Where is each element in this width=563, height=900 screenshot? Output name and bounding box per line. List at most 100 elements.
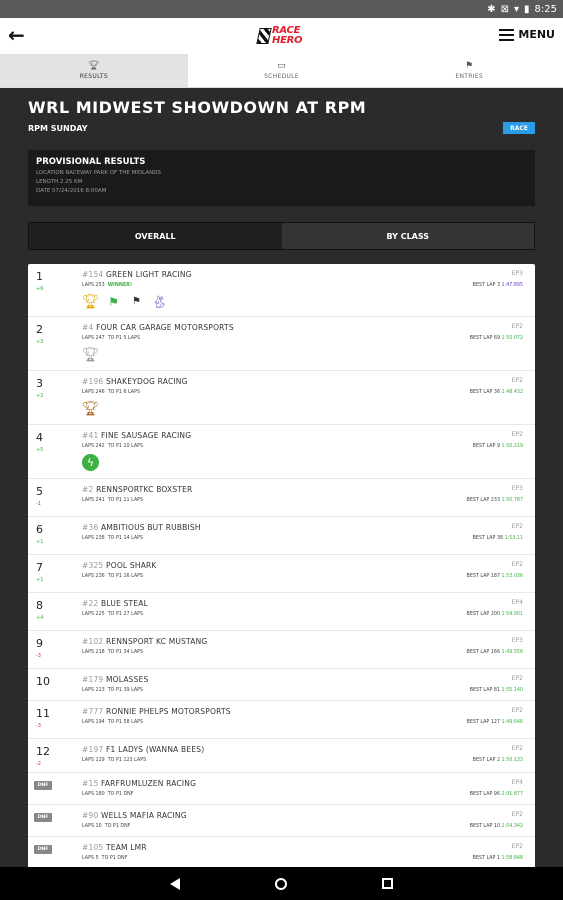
bronze-trophy-icon: 🏆︎ xyxy=(81,400,100,417)
best-lap: BEST LAP 81 1:55.140 xyxy=(470,688,523,693)
result-row[interactable]: 9 -3 #102 RENNSPORT KC MUSTANG LAPS 218 TO … xyxy=(28,631,535,669)
team-name: #179 MOLASSES xyxy=(82,675,148,684)
racehero-logo: RACE HERO xyxy=(256,25,303,47)
result-row[interactable]: DNF #15 FARFRUMLUZEN RACING LAPS 180 TO P1… xyxy=(28,773,535,805)
battery-icon: ▮ xyxy=(524,3,530,15)
tab-bar: 🏆︎ RESULTS ▭ SCHEDULE ⚑ ENTRIES xyxy=(0,54,563,88)
gap-to-leader: TO P1 16 LAPS xyxy=(107,574,144,579)
lightning-bolt-icon: ϟ xyxy=(82,454,99,471)
best-lap-time: 1:50.787 xyxy=(501,498,523,503)
nav-recents-icon[interactable] xyxy=(382,878,393,889)
laps-info: LAPS 241 TO P1 11 LAPS xyxy=(82,498,143,503)
tab-results[interactable]: 🏆︎ RESULTS xyxy=(0,54,188,87)
best-lap-time: 1:50.219 xyxy=(501,444,523,449)
team-name: #105 TEAM LMR xyxy=(82,843,147,852)
class-label: EP3 xyxy=(511,270,523,277)
by-class-button[interactable]: BY CLASS xyxy=(281,223,534,249)
best-lap: BEST LAP 127 1:49.646 xyxy=(467,720,523,725)
overall-button[interactable]: OVERALL xyxy=(29,223,282,249)
result-row[interactable]: 3 +2 #196 SHAKEYDOG RACING LAPS 246 TO P1 6… xyxy=(28,371,535,425)
gap-to-leader: TO P1 DNF xyxy=(104,824,131,829)
tab-results-label: RESULTS xyxy=(79,72,108,80)
position-number: 12 xyxy=(36,745,50,758)
car-number: #2 xyxy=(82,485,94,494)
result-row[interactable]: 4 +5 #41 FINE SAUSAGE RACING LAPS 242 TO P1… xyxy=(28,425,535,479)
result-row[interactable]: 7 +1 #325 POOL SHARK LAPS 236 TO P1 16 LAPS… xyxy=(28,555,535,593)
result-row[interactable]: 8 +4 #22 BLUE STEAL LAPS 225 TO P1 27 LAPS E… xyxy=(28,593,535,631)
class-label: EP3 xyxy=(511,637,523,644)
result-row[interactable]: 11 -3 #777 RONNIE PHELPS MOTORSPORTS LAPS 1… xyxy=(28,701,535,739)
team-name-text: SHAKEYDOG RACING xyxy=(106,377,188,386)
dnf-badge: DNF xyxy=(34,845,52,854)
laps-count: LAPS 129 xyxy=(82,758,105,763)
best-lap-label: BEST LAP 69 xyxy=(469,336,501,341)
result-row[interactable]: 12 -2 #197 F1 LADYS (WANNA BEES) LAPS 129 T… xyxy=(28,739,535,773)
car-number: #90 xyxy=(82,811,99,820)
position-number: 10 xyxy=(36,675,50,688)
result-row[interactable]: 2 +3 #4 FOUR CAR GARAGE MOTORSPORTS LAPS 24… xyxy=(28,317,535,371)
class-label: EP2 xyxy=(511,745,523,752)
result-row[interactable]: DNF #90 WELLS MAFIA RACING LAPS 10 TO P1 D… xyxy=(28,805,535,837)
back-arrow-icon[interactable]: ← xyxy=(8,25,28,45)
best-lap: BEST LAP 3 1:47.895 xyxy=(473,283,523,288)
awards: 🏆︎ xyxy=(81,400,100,417)
best-lap-time: 1:55.140 xyxy=(501,688,523,693)
position-number: 3 xyxy=(36,377,43,390)
position-change: +5 xyxy=(36,447,44,453)
team-name: #197 F1 LADYS (WANNA BEES) xyxy=(82,745,204,754)
class-label: EP2 xyxy=(511,707,523,714)
gap-to-leader: TO P1 10 LAPS xyxy=(107,444,144,449)
menu-label: MENU xyxy=(518,28,555,41)
tab-entries[interactable]: ⚑ ENTRIES xyxy=(375,54,563,87)
laps-count: LAPS 194 xyxy=(82,720,105,725)
laps-info: LAPS 225 TO P1 27 LAPS xyxy=(82,612,143,617)
position-number: 4 xyxy=(36,431,43,444)
result-row[interactable]: 5 -1 #2 RENNSPORTKC BOXSTER LAPS 241 TO P1 … xyxy=(28,479,535,517)
class-label: EP2 xyxy=(511,377,523,384)
car-number: #102 xyxy=(82,637,104,646)
silver-trophy-icon: 🏆︎ xyxy=(81,346,100,363)
best-lap-label: BEST LAP 187 xyxy=(466,574,501,579)
laps-count: LAPS 5 xyxy=(82,856,99,861)
best-lap-label: BEST LAP 10 xyxy=(469,824,501,829)
best-lap-label: BEST LAP 127 xyxy=(466,720,501,725)
car-number: #4 xyxy=(82,323,94,332)
gap-to-leader: TO P1 5 LAPS xyxy=(107,336,141,341)
best-lap-time: 1:53.11 xyxy=(504,536,523,541)
nav-back-icon[interactable] xyxy=(170,877,180,890)
best-lap-time: 1:49.556 xyxy=(501,650,523,655)
position-number: 6 xyxy=(36,523,43,536)
gap-to-leader: TO P1 27 LAPS xyxy=(107,612,144,617)
bluetooth-icon: ✱ xyxy=(487,3,496,15)
nav-home-icon[interactable] xyxy=(275,877,287,890)
class-label: EP4 xyxy=(511,599,523,606)
best-lap: BEST LAP 9 1:50.219 xyxy=(473,444,523,449)
laps-info: LAPS 236 TO P1 16 LAPS xyxy=(82,574,143,579)
team-name: #4 FOUR CAR GARAGE MOTORSPORTS xyxy=(82,323,234,332)
best-lap-time: 1:47.895 xyxy=(501,283,523,288)
best-lap-time: 2:01.877 xyxy=(501,792,523,797)
position-number: 2 xyxy=(36,323,43,336)
car-number: #197 xyxy=(82,745,104,754)
best-lap-label: BEST LAP 9 xyxy=(472,444,501,449)
result-row[interactable]: 10 #179 MOLASSES LAPS 213 TO P1 39 LAPS EP2… xyxy=(28,669,535,701)
result-row[interactable]: DNF #105 TEAM LMR LAPS 5 TO P1 DNF EP2 BEST … xyxy=(28,837,535,868)
position-number: 9 xyxy=(36,637,43,650)
result-row[interactable]: 1 +6 #154 GREEN LIGHT RACING LAPS 253 WINNE… xyxy=(28,264,535,317)
class-label: EP2 xyxy=(511,561,523,568)
laps-count: LAPS 241 xyxy=(82,498,105,503)
class-label: EP2 xyxy=(511,323,523,330)
best-lap: BEST LAP 38 1:53.11 xyxy=(473,536,523,541)
results-list[interactable]: 1 +6 #154 GREEN LIGHT RACING LAPS 253 WINNE… xyxy=(28,264,535,868)
team-name-text: F1 LADYS (WANNA BEES) xyxy=(106,745,205,754)
menu-button[interactable]: MENU xyxy=(499,28,555,41)
team-name-text: RENNSPORTKC BOXSTER xyxy=(96,485,193,494)
result-row[interactable]: 6 +1 #36 AMBITIOUS BUT RUBBISH LAPS 238 TO … xyxy=(28,517,535,555)
class-label: EP2 xyxy=(511,523,523,530)
car-number: #15 xyxy=(82,779,99,788)
position-number: 7 xyxy=(36,561,43,574)
team-name: #102 RENNSPORT KC MUSTANG xyxy=(82,637,207,646)
tab-schedule[interactable]: ▭ SCHEDULE xyxy=(188,54,376,87)
provisional-heading: PROVISIONAL RESULTS xyxy=(36,157,146,167)
best-lap: BEST LAP 69 1:50.072 xyxy=(470,336,523,341)
